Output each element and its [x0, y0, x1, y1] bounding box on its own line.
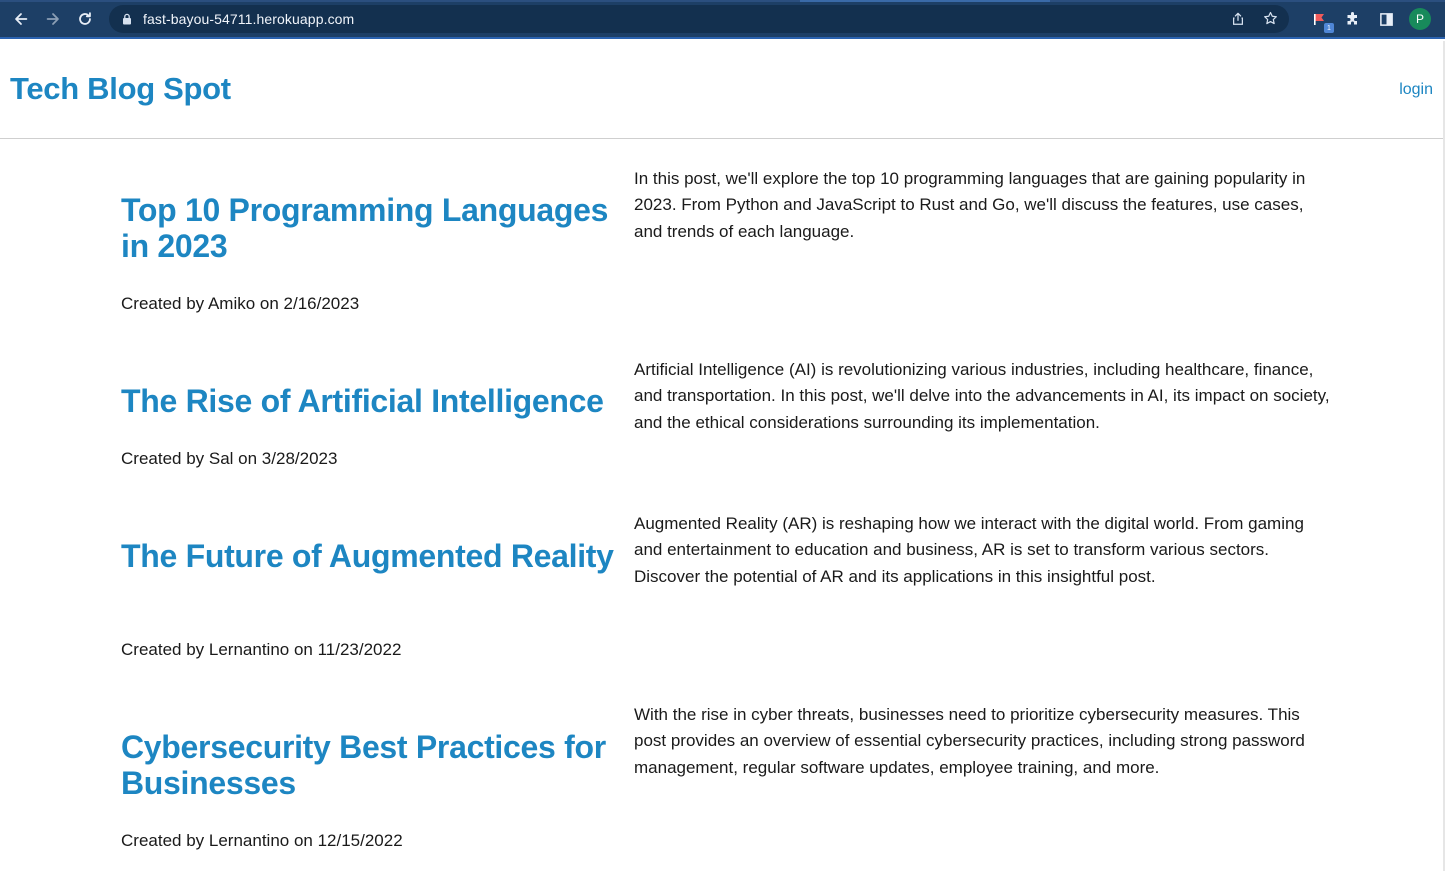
tab-strip-edge: [0, 0, 1445, 2]
post-meta: Created by Lernantino on 12/15/2022: [121, 831, 403, 850]
star-icon[interactable]: [1261, 10, 1279, 28]
post-title[interactable]: The Future of Augmented Reality: [121, 538, 621, 574]
profile-avatar[interactable]: P: [1409, 8, 1431, 30]
site-header: Tech Blog Spot login: [0, 41, 1445, 139]
post-body: With the rise in cyber threats, business…: [634, 705, 1305, 777]
lock-icon[interactable]: [121, 13, 133, 25]
forward-arrow-icon[interactable]: [41, 7, 65, 31]
extension-badge: 1: [1324, 23, 1334, 33]
url-text[interactable]: fast-bayou-54711.herokuapp.com: [143, 11, 354, 27]
post-meta: Created by Lernantino on 11/23/2022: [121, 640, 402, 659]
post-title[interactable]: Top 10 Programming Languages in 2023: [121, 192, 621, 264]
post-meta: Created by Sal on 3/28/2023: [121, 449, 338, 468]
reload-icon[interactable]: [73, 7, 97, 31]
post-body: Artificial Intelligence (AI) is revoluti…: [634, 360, 1330, 432]
puzzle-icon[interactable]: [1343, 9, 1363, 29]
browser-toolbar: fast-bayou-54711.herokuapp.com 1 P: [0, 0, 1445, 39]
share-icon[interactable]: [1229, 10, 1247, 28]
post-title[interactable]: Cybersecurity Best Practices for Busines…: [121, 729, 621, 801]
login-link[interactable]: login: [1399, 81, 1433, 99]
sidebar-icon[interactable]: [1376, 9, 1396, 29]
address-bar[interactable]: fast-bayou-54711.herokuapp.com: [109, 4, 1289, 33]
post-body: In this post, we'll explore the top 10 p…: [634, 169, 1306, 241]
post-body: Augmented Reality (AR) is reshaping how …: [634, 514, 1304, 586]
post-title[interactable]: The Rise of Artificial Intelligence: [121, 383, 621, 419]
back-arrow-icon[interactable]: [9, 7, 33, 31]
extension-flag-icon[interactable]: 1: [1310, 9, 1334, 33]
post-meta: Created by Amiko on 2/16/2023: [121, 294, 360, 313]
site-title[interactable]: Tech Blog Spot: [10, 71, 231, 107]
